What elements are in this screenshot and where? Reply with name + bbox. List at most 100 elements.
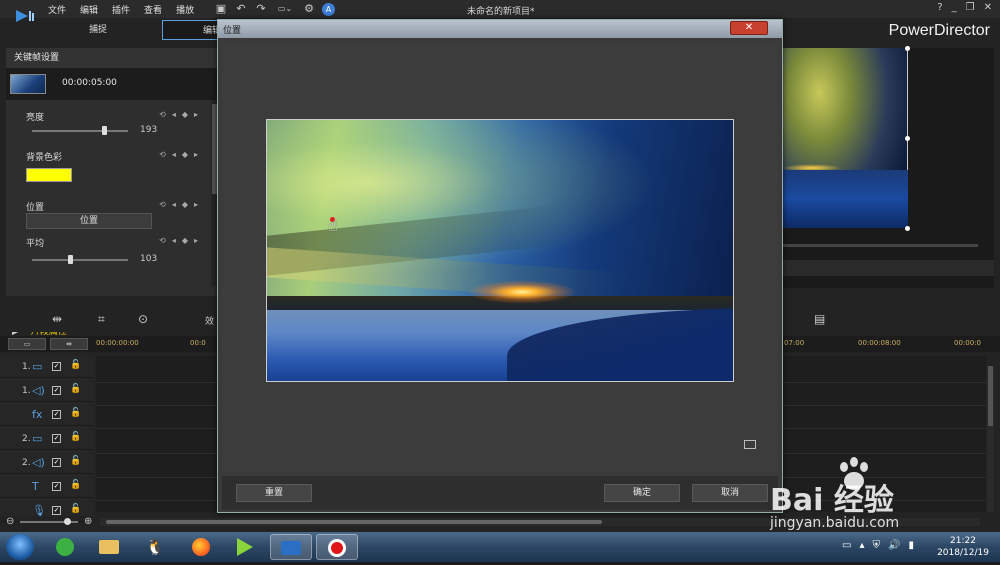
reset-button[interactable]: 重置: [236, 484, 312, 502]
position-button[interactable]: 位置: [26, 213, 152, 229]
position-image[interactable]: ☝: [266, 119, 734, 382]
record-icon[interactable]: [316, 534, 358, 560]
next-keyframe-icon[interactable]: ▸: [194, 110, 198, 119]
aspect-ratio-icon[interactable]: ▭⌄: [274, 2, 296, 16]
dialog-close-button[interactable]: ✕: [730, 21, 768, 35]
reset-keyframe-icon[interactable]: ⟲: [159, 150, 166, 159]
notes-icon[interactable]: ▤: [814, 312, 825, 326]
keyboard-icon[interactable]: ▭: [842, 540, 851, 551]
average-slider[interactable]: [32, 255, 128, 264]
add-keyframe-icon[interactable]: ◆: [182, 110, 188, 119]
system-clock[interactable]: 21:22 2018/12/19: [936, 535, 990, 559]
prev-keyframe-icon[interactable]: ◂: [172, 150, 176, 159]
fit-timeline-button[interactable]: ⇹: [50, 338, 88, 350]
menu-view[interactable]: 查看: [144, 3, 162, 16]
track-enable-checkbox[interactable]: ✓: [52, 362, 61, 371]
track-enable-checkbox[interactable]: ✓: [52, 506, 61, 515]
effects-tab[interactable]: 效: [205, 314, 214, 327]
track-header[interactable]: T ✓ 🔓: [0, 476, 94, 498]
resize-handle[interactable]: [905, 226, 910, 231]
slider-knob[interactable]: [102, 126, 107, 135]
prev-keyframe-icon[interactable]: ◂: [172, 236, 176, 245]
lock-icon[interactable]: 🔓: [70, 480, 81, 490]
track-header[interactable]: 2. ▭ ✓ 🔓: [0, 428, 94, 450]
next-keyframe-icon[interactable]: ▸: [194, 150, 198, 159]
panel-title: 关键帧设置: [6, 48, 218, 68]
save-icon[interactable]: ▣: [214, 2, 228, 16]
preview-seek-bar[interactable]: [782, 244, 978, 247]
powerdirector-icon[interactable]: [270, 534, 312, 560]
prev-keyframe-icon[interactable]: ◂: [172, 200, 176, 209]
add-keyframe-icon[interactable]: ◆: [182, 200, 188, 209]
split-icon[interactable]: ⇹: [52, 312, 62, 326]
account-badge-icon[interactable]: A: [322, 2, 335, 16]
bg-color-swatch[interactable]: [26, 168, 72, 182]
qq-icon[interactable]: 🐧: [134, 534, 176, 560]
resize-handle[interactable]: [905, 136, 910, 141]
undo-icon[interactable]: ↶: [234, 2, 248, 16]
lock-icon[interactable]: 🔓: [70, 384, 81, 394]
prev-keyframe-icon[interactable]: ◂: [172, 110, 176, 119]
lock-icon[interactable]: 🔓: [70, 456, 81, 466]
next-keyframe-icon[interactable]: ▸: [194, 200, 198, 209]
menu-edit[interactable]: 编辑: [80, 3, 98, 16]
file-explorer-icon[interactable]: [88, 534, 130, 560]
menu-plugins[interactable]: 插件: [112, 3, 130, 16]
add-keyframe-icon[interactable]: ◆: [182, 236, 188, 245]
more-options-icon[interactable]: ⊙: [138, 312, 148, 326]
settings-gear-icon[interactable]: ⚙: [302, 2, 316, 16]
track-header[interactable]: 1. ◁) ✓ 🔓: [0, 380, 94, 402]
lock-icon[interactable]: 🔓: [70, 408, 81, 418]
keyframe-controls: ⟲ ◂ ◆ ▸: [159, 150, 198, 159]
clip-thumbnail[interactable]: [10, 74, 46, 94]
video-track-icon: ▭: [32, 360, 43, 373]
crop-icon[interactable]: ⌗: [98, 312, 105, 327]
tray-arrow-icon[interactable]: ▴: [859, 540, 864, 551]
timeline-view-button[interactable]: ▭: [8, 338, 46, 350]
minimize-icon[interactable]: _: [952, 2, 957, 13]
network-icon[interactable]: ▮: [908, 540, 914, 551]
reset-keyframe-icon[interactable]: ⟲: [159, 200, 166, 209]
track-enable-checkbox[interactable]: ✓: [52, 458, 61, 467]
track-enable-checkbox[interactable]: ✓: [52, 410, 61, 419]
track-enable-checkbox[interactable]: ✓: [52, 434, 61, 443]
brightness-slider[interactable]: [32, 126, 128, 135]
zoom-out-icon[interactable]: ⊖: [6, 516, 14, 527]
add-keyframe-icon[interactable]: ◆: [182, 150, 188, 159]
next-keyframe-icon[interactable]: ▸: [194, 236, 198, 245]
firefox-icon[interactable]: [180, 534, 222, 560]
restore-icon[interactable]: ❐: [966, 2, 975, 13]
volume-icon[interactable]: 🔊: [888, 540, 900, 551]
lock-icon[interactable]: 🔓: [70, 432, 81, 442]
menu-file[interactable]: 文件: [48, 3, 66, 16]
start-button[interactable]: [6, 534, 34, 560]
dialog-title-bar[interactable]: 位置 ✕: [218, 20, 782, 38]
zoom-knob[interactable]: [64, 518, 71, 525]
track-header[interactable]: 2. ◁) ✓ 🔓: [0, 452, 94, 474]
resize-handle[interactable]: [905, 46, 910, 51]
safe-area-icon[interactable]: [744, 440, 756, 449]
track-header[interactable]: 1. ▭ ✓ 🔓: [0, 356, 94, 378]
baidu-watermark: Bai 经验 jingyan.baidu.com: [770, 455, 1000, 535]
tab-capture[interactable]: 捕捉: [60, 20, 136, 40]
scrollbar-thumb[interactable]: [106, 520, 602, 524]
scrollbar-thumb[interactable]: [988, 366, 993, 426]
help-icon[interactable]: ?: [937, 2, 942, 13]
redo-icon[interactable]: ↷: [254, 2, 268, 16]
media-player-icon[interactable]: [224, 534, 266, 560]
zoom-in-icon[interactable]: ⊕: [84, 516, 92, 527]
slider-knob[interactable]: [68, 255, 74, 264]
track-enable-checkbox[interactable]: ✓: [52, 386, 61, 395]
lock-icon[interactable]: 🔓: [70, 360, 81, 370]
cancel-button[interactable]: 取消: [692, 484, 768, 502]
green-app-icon[interactable]: [44, 534, 86, 560]
lock-icon[interactable]: 🔓: [70, 504, 81, 514]
security-icon[interactable]: ⛨: [872, 540, 880, 551]
reset-keyframe-icon[interactable]: ⟲: [159, 236, 166, 245]
reset-keyframe-icon[interactable]: ⟲: [159, 110, 166, 119]
track-enable-checkbox[interactable]: ✓: [52, 482, 61, 491]
track-header[interactable]: fx ✓ 🔓: [0, 404, 94, 426]
close-icon[interactable]: ✕: [984, 2, 992, 13]
ok-button[interactable]: 确定: [604, 484, 680, 502]
menu-playback[interactable]: 播放: [176, 3, 194, 16]
